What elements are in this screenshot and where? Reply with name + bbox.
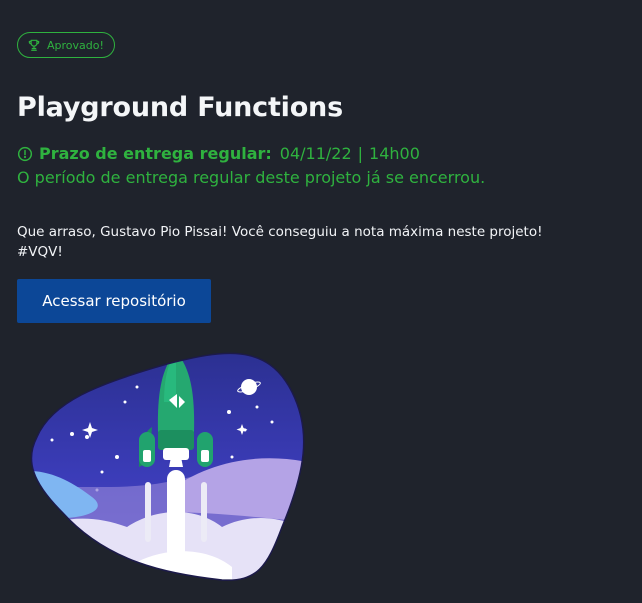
access-repository-button[interactable]: Acessar repositório	[17, 279, 211, 323]
project-panel: Aprovado! Playground Functions Prazo de …	[17, 0, 642, 603]
deadline-label: Prazo de entrega regular:	[39, 144, 272, 163]
congrats-hashtag: #VQV!	[17, 244, 63, 260]
congrats-message: Que arraso, Gustavo Pio Pissai! Você con…	[17, 222, 557, 262]
trophy-icon	[28, 39, 40, 51]
rocket-illustration	[30, 352, 305, 581]
deadline-row: Prazo de entrega regular: 04/11/22 | 14h…	[17, 144, 420, 163]
deadline-separator: |	[357, 144, 364, 163]
deadline-time: 14h00	[369, 144, 420, 163]
alert-circle-icon	[17, 146, 33, 161]
approved-badge-label: Aprovado!	[47, 38, 104, 52]
deadline-status: O período de entrega regular deste proje…	[17, 168, 486, 187]
approved-badge: Aprovado!	[17, 32, 115, 58]
page-title: Playground Functions	[17, 92, 343, 123]
deadline-date: 04/11/22	[279, 144, 352, 163]
congrats-line: Que arraso, Gustavo Pio Pissai! Você con…	[17, 224, 543, 240]
